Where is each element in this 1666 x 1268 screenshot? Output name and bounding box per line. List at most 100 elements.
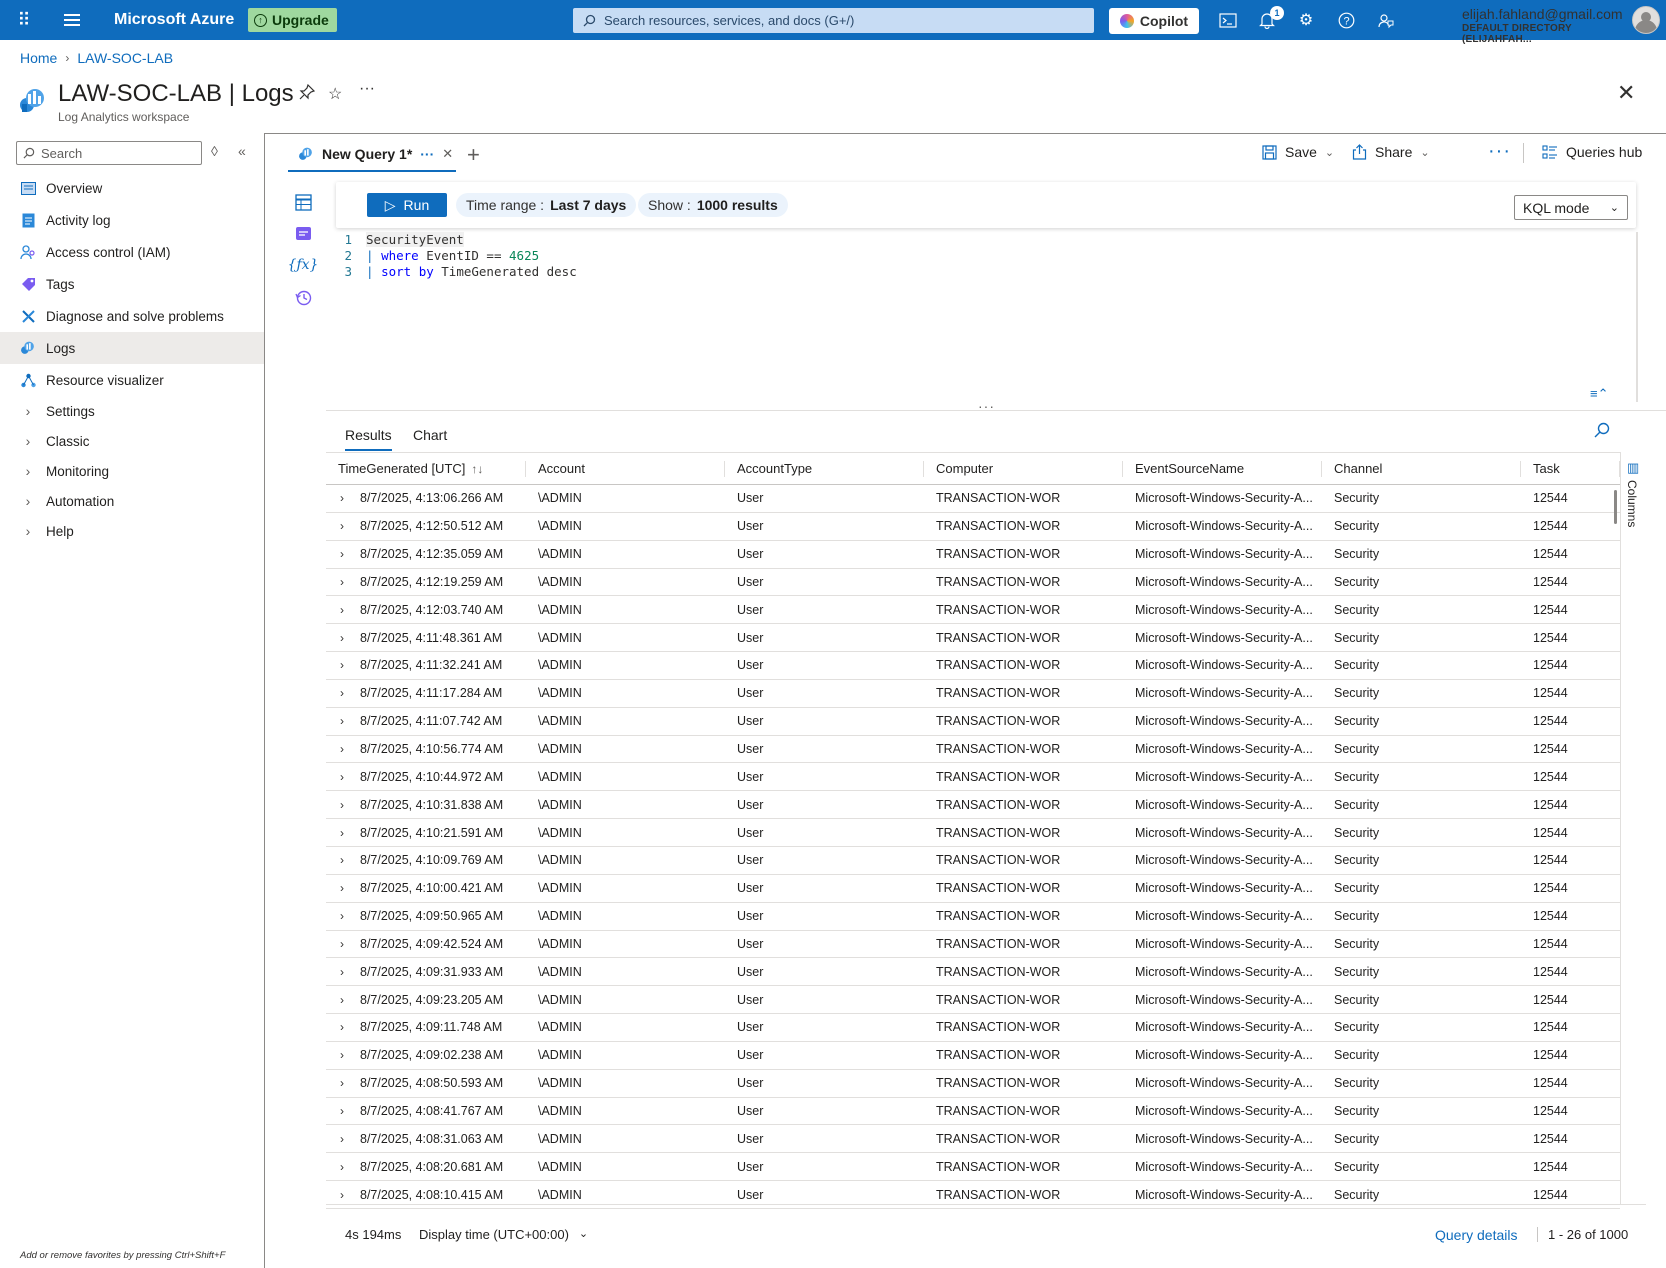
table-row[interactable]: › 8/7/2025, 4:09:31.933 AM \ADMIN User TRANS… bbox=[326, 958, 1620, 987]
add-tab-icon[interactable]: + bbox=[467, 142, 480, 168]
tab-results[interactable]: Results bbox=[345, 427, 392, 451]
pin-icon[interactable] bbox=[299, 83, 316, 105]
sidebar-item-resource-visualizer[interactable]: Resource visualizer bbox=[0, 364, 264, 396]
queries-icon[interactable] bbox=[293, 223, 313, 243]
expand-row-icon[interactable]: › bbox=[340, 603, 360, 617]
table-row[interactable]: › 8/7/2025, 4:12:35.059 AM \ADMIN User TRANS… bbox=[326, 541, 1620, 569]
sidebar-group-monitoring[interactable]: › Monitoring bbox=[0, 456, 264, 486]
app-launcher-icon[interactable]: ⠿ bbox=[0, 0, 48, 40]
account-menu[interactable]: elijah.fahland@gmail.com DEFAULT DIRECTO… bbox=[1462, 6, 1632, 45]
settings-gear-icon[interactable]: ⚙ bbox=[1295, 10, 1317, 30]
sidebar-group-classic[interactable]: › Classic bbox=[0, 426, 264, 456]
sidebar-group-settings[interactable]: › Settings bbox=[0, 396, 264, 426]
table-row[interactable]: › 8/7/2025, 4:09:23.205 AM \ADMIN User TRANS… bbox=[326, 986, 1620, 1015]
expand-row-icon[interactable]: › bbox=[340, 1132, 360, 1146]
table-row[interactable]: › 8/7/2025, 4:09:11.748 AM \ADMIN User TRANS… bbox=[326, 1014, 1620, 1042]
grid-scrollbar[interactable] bbox=[1614, 490, 1617, 524]
expand-row-icon[interactable]: › bbox=[340, 826, 360, 840]
column-header[interactable]: Computer bbox=[924, 453, 1123, 484]
editor-scrollbar[interactable] bbox=[1636, 232, 1638, 402]
table-row[interactable]: › 8/7/2025, 4:08:50.593 AM \ADMIN User TRANS… bbox=[326, 1070, 1620, 1098]
close-icon[interactable]: ✕ bbox=[1617, 80, 1635, 106]
expand-row-icon[interactable]: › bbox=[340, 1020, 360, 1034]
table-row[interactable]: › 8/7/2025, 4:10:00.421 AM \ADMIN User TRANS… bbox=[326, 875, 1620, 903]
table-row[interactable]: › 8/7/2025, 4:12:50.512 AM \ADMIN User TRANS… bbox=[326, 513, 1620, 541]
column-header[interactable]: EventSourceName bbox=[1123, 453, 1322, 484]
table-row[interactable]: › 8/7/2025, 4:09:02.238 AM \ADMIN User TRANS… bbox=[326, 1042, 1620, 1070]
table-row[interactable]: › 8/7/2025, 4:08:20.681 AM \ADMIN User TRANS… bbox=[326, 1153, 1620, 1182]
sidebar-item-access-control-iam[interactable]: Access control (IAM) bbox=[0, 236, 264, 268]
sidebar-item-logs[interactable]: Logs bbox=[0, 332, 264, 364]
history-icon[interactable] bbox=[293, 287, 313, 307]
column-header[interactable]: Account bbox=[526, 453, 725, 484]
more-options-icon[interactable]: ··· bbox=[359, 80, 375, 98]
query-editor[interactable]: 1 SecurityEvent 2 | where EventID == 462… bbox=[336, 232, 1636, 402]
expand-row-icon[interactable]: › bbox=[340, 881, 360, 895]
tab-chart[interactable]: Chart bbox=[413, 427, 447, 451]
collapse-nav-icon[interactable]: « bbox=[238, 143, 246, 159]
sort-toggle-icon[interactable]: ◊ bbox=[211, 143, 218, 159]
expand-row-icon[interactable]: › bbox=[340, 965, 360, 979]
expand-row-icon[interactable]: › bbox=[340, 1104, 360, 1118]
tab-more-icon[interactable]: ··· bbox=[420, 146, 434, 162]
sidebar-item-overview[interactable]: Overview bbox=[0, 172, 264, 204]
sidebar-item-activity-log[interactable]: Activity log bbox=[0, 204, 264, 236]
columns-panel-toggle[interactable]: ▥ Columns bbox=[1620, 452, 1646, 1204]
pane-resize-handle[interactable]: ··· bbox=[978, 398, 995, 414]
mode-select[interactable]: KQL mode ⌄ bbox=[1514, 195, 1628, 220]
expand-row-icon[interactable]: › bbox=[340, 909, 360, 923]
column-header[interactable]: Task bbox=[1521, 453, 1620, 484]
notifications-icon[interactable]: 1 bbox=[1256, 6, 1284, 30]
display-time-dropdown[interactable]: Display time (UTC+00:00) ⌄ bbox=[419, 1227, 588, 1242]
expand-row-icon[interactable]: › bbox=[340, 770, 360, 784]
table-row[interactable]: › 8/7/2025, 4:13:06.266 AM \ADMIN User TRANS… bbox=[326, 485, 1620, 513]
table-row[interactable]: › 8/7/2025, 4:10:31.838 AM \ADMIN User TRANS… bbox=[326, 791, 1620, 820]
share-button[interactable]: Share ⌄ bbox=[1352, 144, 1430, 160]
tables-icon[interactable] bbox=[293, 192, 313, 212]
query-details-link[interactable]: Query details bbox=[1435, 1227, 1517, 1243]
brand-link[interactable]: Microsoft Azure bbox=[114, 11, 248, 29]
more-actions-icon[interactable]: ··· bbox=[1488, 140, 1511, 163]
expand-row-icon[interactable]: › bbox=[340, 547, 360, 561]
time-range-picker[interactable]: Time range : Last 7 days bbox=[456, 193, 637, 217]
expand-row-icon[interactable]: › bbox=[340, 993, 360, 1007]
nav-search-input[interactable]: Search bbox=[16, 141, 202, 165]
menu-icon[interactable] bbox=[48, 0, 96, 40]
table-row[interactable]: › 8/7/2025, 4:10:44.972 AM \ADMIN User TRANS… bbox=[326, 763, 1620, 792]
star-icon[interactable]: ☆ bbox=[328, 84, 342, 104]
table-row[interactable]: › 8/7/2025, 4:12:03.740 AM \ADMIN User TRANS… bbox=[326, 596, 1620, 625]
table-row[interactable]: › 8/7/2025, 4:11:48.361 AM \ADMIN User TRANS… bbox=[326, 624, 1620, 653]
tab-close-icon[interactable]: ✕ bbox=[442, 146, 453, 162]
help-icon[interactable]: ? bbox=[1335, 10, 1357, 30]
column-header[interactable]: Channel bbox=[1322, 453, 1521, 484]
table-row[interactable]: › 8/7/2025, 4:09:42.524 AM \ADMIN User TRANS… bbox=[326, 931, 1620, 959]
expand-row-icon[interactable]: › bbox=[340, 575, 360, 589]
sidebar-group-help[interactable]: › Help bbox=[0, 516, 264, 546]
expand-row-icon[interactable]: › bbox=[340, 1160, 360, 1174]
functions-icon[interactable]: {ƒx} bbox=[288, 255, 319, 275]
sidebar-item-diagnose-and-solve-problems[interactable]: Diagnose and solve problems bbox=[0, 300, 264, 332]
breadcrumb-current[interactable]: LAW-SOC-LAB bbox=[77, 50, 173, 66]
table-row[interactable]: › 8/7/2025, 4:08:31.063 AM \ADMIN User TRANS… bbox=[326, 1125, 1620, 1154]
expand-row-icon[interactable]: › bbox=[340, 798, 360, 812]
feedback-icon[interactable] bbox=[1374, 10, 1396, 30]
column-header[interactable]: AccountType bbox=[725, 453, 924, 484]
expand-row-icon[interactable]: › bbox=[340, 742, 360, 756]
cloud-shell-icon[interactable] bbox=[1217, 10, 1239, 30]
column-header[interactable]: TimeGenerated [UTC] ↑↓ bbox=[326, 453, 526, 484]
format-collapse-icon[interactable]: ≡⌃ bbox=[1590, 386, 1608, 402]
table-row[interactable]: › 8/7/2025, 4:09:50.965 AM \ADMIN User TRANS… bbox=[326, 903, 1620, 931]
tab-new-query[interactable]: New Query 1* ··· ✕ bbox=[288, 138, 456, 172]
save-button[interactable]: Save ⌄ bbox=[1262, 144, 1334, 160]
sort-icon[interactable]: ↑↓ bbox=[471, 462, 483, 476]
table-row[interactable]: › 8/7/2025, 4:10:09.769 AM \ADMIN User TRANS… bbox=[326, 847, 1620, 875]
expand-row-icon[interactable]: › bbox=[340, 658, 360, 672]
expand-row-icon[interactable]: › bbox=[340, 491, 360, 505]
table-row[interactable]: › 8/7/2025, 4:10:21.591 AM \ADMIN User TRANS… bbox=[326, 819, 1620, 847]
breadcrumb-home[interactable]: Home bbox=[20, 50, 57, 66]
sidebar-item-tags[interactable]: Tags bbox=[0, 268, 264, 300]
expand-row-icon[interactable]: › bbox=[340, 714, 360, 728]
expand-row-icon[interactable]: › bbox=[340, 631, 360, 645]
expand-row-icon[interactable]: › bbox=[340, 853, 360, 867]
upgrade-button[interactable]: ↑ Upgrade bbox=[248, 8, 337, 32]
